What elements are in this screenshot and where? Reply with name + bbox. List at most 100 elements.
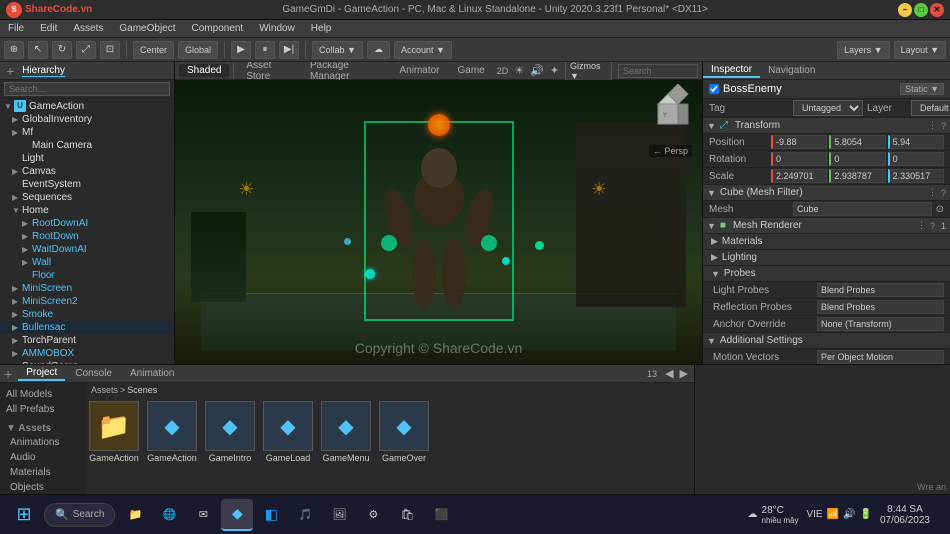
motion-vectors-value[interactable]: Per Object Motion	[817, 350, 944, 364]
tab-animator[interactable]: Animator	[391, 64, 447, 77]
reflection-probes-value[interactable]: Blend Probes	[817, 300, 944, 314]
list-item[interactable]: ▶ MiniScreen	[0, 282, 174, 295]
close-button[interactable]: ✕	[930, 3, 944, 17]
taskbar-app-explorer[interactable]: 📁	[119, 499, 151, 531]
inspector-static-badge[interactable]: Static ▼	[900, 83, 944, 95]
menu-edit[interactable]: Edit	[36, 22, 61, 35]
menu-help[interactable]: Help	[307, 22, 336, 35]
inspector-meshfilter-section[interactable]: ▼ Cube (Mesh Filter) ⋮ ?	[703, 185, 950, 201]
list-item[interactable]: ▶ Bullensac	[0, 321, 174, 334]
position-z[interactable]: 5.94	[888, 135, 944, 149]
project-nav-left[interactable]: ◀	[663, 367, 675, 380]
rotate-tool[interactable]: ↻	[52, 41, 72, 59]
scene-light-button[interactable]: ☀	[514, 64, 524, 77]
sidebar-all-prefabs[interactable]: All Prefabs	[0, 402, 84, 417]
sidebar-objects[interactable]: Objects	[0, 480, 84, 495]
tab-shaded[interactable]: Shaded	[179, 64, 229, 77]
account-button[interactable]: Account ▼	[394, 41, 452, 59]
cloud-button[interactable]: ☁	[367, 41, 390, 59]
layout-button[interactable]: Layout ▼	[894, 41, 946, 59]
menu-file[interactable]: File	[4, 22, 28, 35]
taskbar-search-bar[interactable]: 🔍 Search	[44, 503, 115, 527]
list-item[interactable]: ▶ RootDownAI	[0, 217, 174, 230]
minimize-button[interactable]: –	[898, 3, 912, 17]
list-item[interactable]: ▶ MiniScreen2	[0, 295, 174, 308]
file-item-gameaction[interactable]: ◆ GameAction	[147, 401, 197, 463]
tab-navigation[interactable]: Navigation	[760, 64, 823, 77]
position-x[interactable]: -9.88	[771, 135, 827, 149]
rotation-y[interactable]: 0	[829, 152, 885, 166]
taskbar-app-store[interactable]: 🛍	[391, 499, 423, 531]
scene-2d-button[interactable]: 2D	[497, 66, 509, 76]
maximize-button[interactable]: □	[914, 3, 928, 17]
list-item[interactable]: ▶ Sequences	[0, 191, 174, 204]
scene-view[interactable]: ☀ ☀ Y ← Persp Copyright © ShareCode.	[175, 80, 702, 364]
list-item[interactable]: Light	[0, 152, 174, 165]
list-item[interactable]: ▶ TorchParent	[0, 334, 174, 347]
list-item[interactable]: ▶ Mf	[0, 126, 174, 139]
list-item[interactable]: ▶ RootDown	[0, 230, 174, 243]
taskbar-app-music[interactable]: 🎵	[289, 499, 321, 531]
path-scenes[interactable]: Scenes	[127, 385, 157, 395]
file-item-gameover[interactable]: ◆ GameOver	[379, 401, 429, 463]
list-item[interactable]: ▼ Home	[0, 204, 174, 217]
hierarchy-tab[interactable]: Hierarchy	[22, 65, 65, 77]
taskbar-app-mail[interactable]: ✉	[187, 499, 219, 531]
scene-search-input[interactable]	[618, 64, 698, 78]
scale-y[interactable]: 2.938787	[829, 169, 885, 183]
path-assets[interactable]: Assets	[91, 385, 118, 395]
list-item[interactable]: ▶ Smoke	[0, 308, 174, 321]
menu-component[interactable]: Component	[188, 22, 248, 35]
project-add-button[interactable]: +	[4, 366, 12, 382]
file-item-folder[interactable]: 📁 GameAction	[89, 401, 139, 463]
light-probes-value[interactable]: Blend Probes	[817, 283, 944, 297]
tag-dropdown[interactable]: Untagged	[793, 100, 863, 116]
transform-info-btn[interactable]: ?	[941, 121, 946, 131]
taskbar-app-settings[interactable]: ⚙	[357, 499, 389, 531]
position-y[interactable]: 5.8054	[829, 135, 885, 149]
inspector-probes-section[interactable]: ▼ Probes	[703, 266, 950, 282]
sidebar-audio[interactable]: Audio	[0, 450, 84, 465]
hierarchy-add-button[interactable]: +	[6, 63, 14, 79]
menu-assets[interactable]: Assets	[69, 22, 107, 35]
rotation-x[interactable]: 0	[771, 152, 827, 166]
rect-tool[interactable]: ⊡	[100, 41, 120, 59]
menu-window[interactable]: Window	[255, 22, 299, 35]
mesh-target-btn[interactable]: ⊙	[936, 204, 944, 215]
start-button[interactable]: ⊞	[8, 499, 40, 531]
file-item-gameintro[interactable]: ◆ GameIntro	[205, 401, 255, 463]
pause-button[interactable]: ⏸	[255, 41, 275, 59]
inspector-lighting-section[interactable]: ▶ Lighting	[703, 250, 950, 266]
tab-inspector[interactable]: Inspector	[703, 63, 760, 78]
list-item[interactable]: EventSystem	[0, 178, 174, 191]
tray-lang[interactable]: VIE	[806, 509, 822, 520]
taskbar-app-photos[interactable]: 🖼	[323, 499, 355, 531]
tab-console[interactable]: Console	[67, 367, 120, 380]
tab-animation[interactable]: Animation	[122, 367, 182, 380]
list-item[interactable]: ▶ SoundGame	[0, 360, 174, 364]
anchor-value[interactable]: None (Transform)	[817, 317, 944, 331]
hand-tool[interactable]: ⊕	[4, 41, 24, 59]
sidebar-animations[interactable]: Animations	[0, 435, 84, 450]
inspector-materials-section[interactable]: ▶ Materials	[703, 234, 950, 250]
tab-project[interactable]: Project	[18, 366, 65, 381]
play-button[interactable]: ▶	[231, 41, 251, 59]
inspector-meshrenderer-section[interactable]: ▼ ■ Mesh Renderer ⋮ ? 1	[703, 218, 950, 234]
move-tool[interactable]: ↖	[28, 41, 48, 59]
meshfilter-menu-btn[interactable]: ⋮	[928, 187, 937, 198]
sidebar-materials[interactable]: Materials	[0, 465, 84, 480]
sidebar-all-models[interactable]: All Models	[0, 387, 84, 402]
pivot-button[interactable]: Center	[133, 41, 174, 59]
layers-button[interactable]: Layers ▼	[837, 41, 889, 59]
step-button[interactable]: ▶|	[279, 41, 299, 59]
meshrenderer-menu-btn[interactable]: ⋮	[917, 220, 926, 231]
taskbar-app-unity[interactable]: ◆	[221, 499, 253, 531]
tab-game[interactable]: Game	[450, 64, 493, 77]
global-button[interactable]: Global	[178, 41, 218, 59]
scale-x[interactable]: 2.249701	[771, 169, 827, 183]
taskbar-clock[interactable]: 8:44 SA 07/06/2023	[880, 504, 930, 526]
meshrenderer-info-btn[interactable]: ?	[930, 221, 935, 231]
taskbar-app-code[interactable]: ◧	[255, 499, 287, 531]
collab-button[interactable]: Collab ▼	[312, 41, 363, 59]
file-item-gameload[interactable]: ◆ GameLoad	[263, 401, 313, 463]
